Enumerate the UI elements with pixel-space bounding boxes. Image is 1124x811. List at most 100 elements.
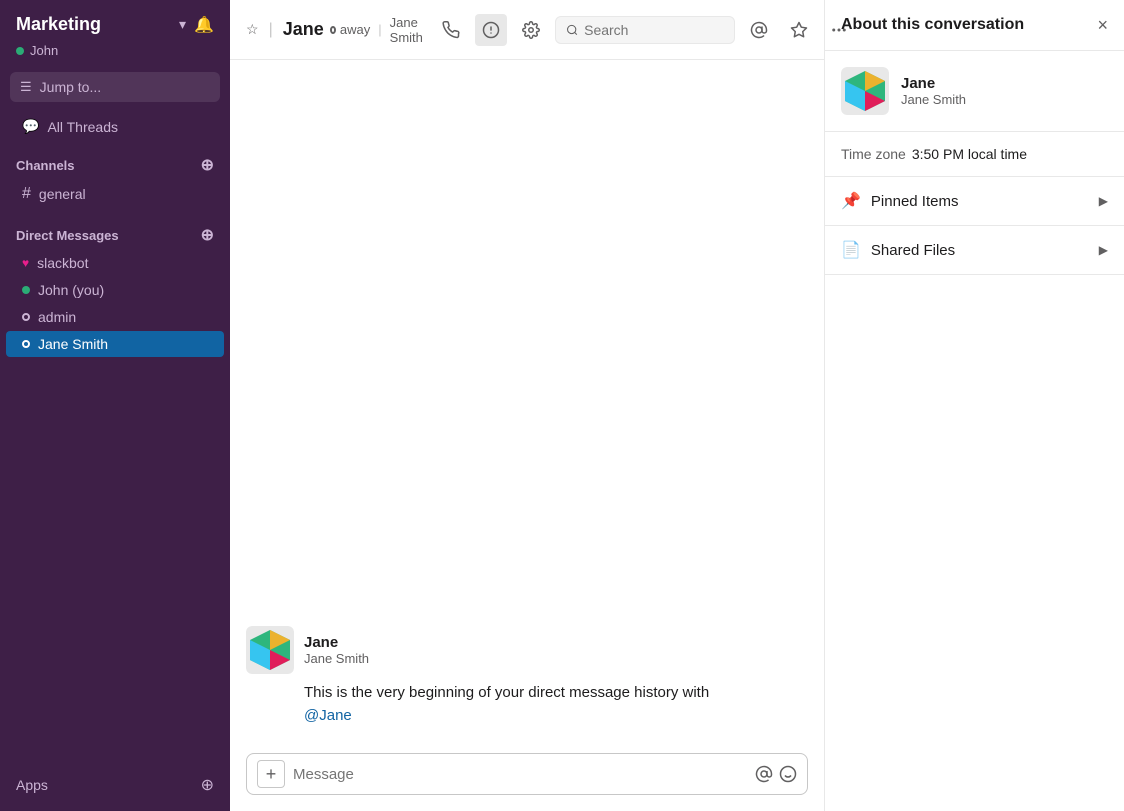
message-sender-info: Jane Jane Smith <box>304 634 369 666</box>
files-icon: 📄 <box>841 240 861 260</box>
shared-files-left: 📄 Shared Files <box>841 240 955 260</box>
chevron-right-files-icon: ▶ <box>1099 243 1108 257</box>
pinned-items-label: Pinned Items <box>871 193 959 210</box>
search-box <box>555 16 735 44</box>
add-channel-icon[interactable]: ⊕ <box>201 155 214 175</box>
message-input[interactable] <box>293 766 747 783</box>
away-indicator <box>330 26 336 34</box>
star-message-button[interactable] <box>783 14 815 46</box>
right-panel-header: About this conversation × <box>825 0 1124 51</box>
chat-header-icons <box>435 14 855 46</box>
chat-input-box: + <box>246 753 808 795</box>
hash-icon: # <box>22 185 31 203</box>
at-button[interactable] <box>755 765 773 783</box>
phone-button[interactable] <box>435 14 467 46</box>
dm-label: Direct Messages <box>16 228 119 243</box>
main-chat: ☆ | Jane away | Jane Smith <box>230 0 824 811</box>
away-dot <box>22 313 30 321</box>
close-panel-button[interactable]: × <box>1097 16 1108 34</box>
status-text: away <box>340 22 370 37</box>
more-button[interactable] <box>823 14 855 46</box>
sidebar-item-admin[interactable]: admin <box>6 304 224 330</box>
pinned-items-section[interactable]: 📌 Pinned Items ▶ <box>825 177 1124 226</box>
contact-fullname: Jane Smith <box>901 92 966 107</box>
chevron-down-icon[interactable]: ▾ <box>179 16 186 33</box>
contact-info: Jane Jane Smith <box>901 75 966 107</box>
online-dot <box>22 286 30 294</box>
sidebar: Marketing ▾ 🔔 John ☰ Jump to... 💬 All Th… <box>0 0 230 811</box>
chat-title: Jane <box>283 19 324 40</box>
contact-name: Jane <box>901 75 966 92</box>
message-intro: Jane Jane Smith This is the very beginni… <box>246 626 808 727</box>
timezone-label: Time zone <box>841 146 906 162</box>
message-text: This is the very beginning of your direc… <box>246 682 808 727</box>
dm-section: Direct Messages ⊕ ♥ slackbot John (you) … <box>0 213 230 362</box>
user-status: John <box>0 43 230 68</box>
sender-name: Jane <box>304 634 369 651</box>
intro-text: This is the very beginning of your direc… <box>304 684 709 701</box>
admin-label: admin <box>38 309 76 325</box>
timezone-row: Time zone 3:50 PM local time <box>825 132 1124 177</box>
jump-to-icon: ☰ <box>20 79 32 95</box>
sidebar-username: John <box>30 43 58 58</box>
all-threads-label: All Threads <box>47 119 118 135</box>
star-icon[interactable]: ☆ <box>246 21 259 38</box>
channels-label: Channels <box>16 158 75 173</box>
chat-status-bar: away | Jane Smith <box>330 15 425 45</box>
avatar <box>246 626 294 674</box>
add-dm-icon[interactable]: ⊕ <box>201 225 214 245</box>
slackbot-label: slackbot <box>37 255 88 271</box>
search-input[interactable] <box>584 22 724 38</box>
threads-icon: 💬 <box>22 118 39 135</box>
search-icon <box>566 23 578 37</box>
all-threads-item[interactable]: 💬 All Threads <box>6 112 224 141</box>
channels-section: Channels ⊕ # general <box>0 143 230 213</box>
right-panel-title: About this conversation <box>841 16 1024 34</box>
contact-avatar <box>841 67 889 115</box>
info-button[interactable] <box>475 14 507 46</box>
right-panel: About this conversation × Jane Jane Smit… <box>824 0 1124 811</box>
input-right-icons <box>755 765 797 783</box>
channels-header[interactable]: Channels ⊕ <box>0 151 230 179</box>
apps-item[interactable]: Apps ⊕ <box>0 769 230 801</box>
apps-label: Apps <box>16 777 48 793</box>
jump-to-label: Jump to... <box>40 79 101 95</box>
shared-files-label: Shared Files <box>871 242 955 259</box>
emoji-button[interactable] <box>779 765 797 783</box>
add-apps-icon[interactable]: ⊕ <box>201 775 214 795</box>
channel-general-label: general <box>39 186 86 202</box>
chat-header-left: ☆ | Jane away | Jane Smith <box>246 15 425 45</box>
workspace-name[interactable]: Marketing <box>16 14 101 35</box>
timezone-value: 3:50 PM local time <box>912 146 1027 162</box>
sidebar-item-slackbot[interactable]: ♥ slackbot <box>6 250 224 276</box>
chat-input-area: + <box>230 743 824 811</box>
john-label: John (you) <box>38 282 104 298</box>
sender-fullname: Jane Smith <box>304 651 369 666</box>
status-dot <box>16 47 24 55</box>
jane-label: Jane Smith <box>38 336 108 352</box>
sidebar-item-john[interactable]: John (you) <box>6 277 224 303</box>
chat-header: ☆ | Jane away | Jane Smith <box>230 0 824 60</box>
heart-icon: ♥ <box>22 256 29 270</box>
chat-messages: Jane Jane Smith This is the very beginni… <box>230 60 824 743</box>
pipe-divider: | <box>269 21 273 39</box>
sidebar-item-jane[interactable]: Jane Smith <box>6 331 224 357</box>
mention-button[interactable] <box>743 14 775 46</box>
jane-away-dot <box>22 340 30 348</box>
sidebar-header-icons: ▾ 🔔 <box>179 15 214 35</box>
pin-icon: 📌 <box>841 191 861 211</box>
shared-files-section[interactable]: 📄 Shared Files ▶ <box>825 226 1124 275</box>
plus-icon: + <box>266 764 277 785</box>
sidebar-footer: Apps ⊕ <box>0 759 230 811</box>
pinned-items-left: 📌 Pinned Items <box>841 191 958 211</box>
right-panel-contact: Jane Jane Smith <box>825 51 1124 132</box>
dm-header[interactable]: Direct Messages ⊕ <box>0 221 230 249</box>
message-sender-row: Jane Jane Smith <box>246 626 808 674</box>
mention-link[interactable]: @Jane <box>304 707 352 724</box>
jump-to-button[interactable]: ☰ Jump to... <box>10 72 220 102</box>
sidebar-item-general[interactable]: # general <box>6 180 224 208</box>
attach-button[interactable]: + <box>257 760 285 788</box>
settings-button[interactable] <box>515 14 547 46</box>
chevron-right-icon: ▶ <box>1099 194 1108 208</box>
bell-icon[interactable]: 🔔 <box>194 15 214 35</box>
